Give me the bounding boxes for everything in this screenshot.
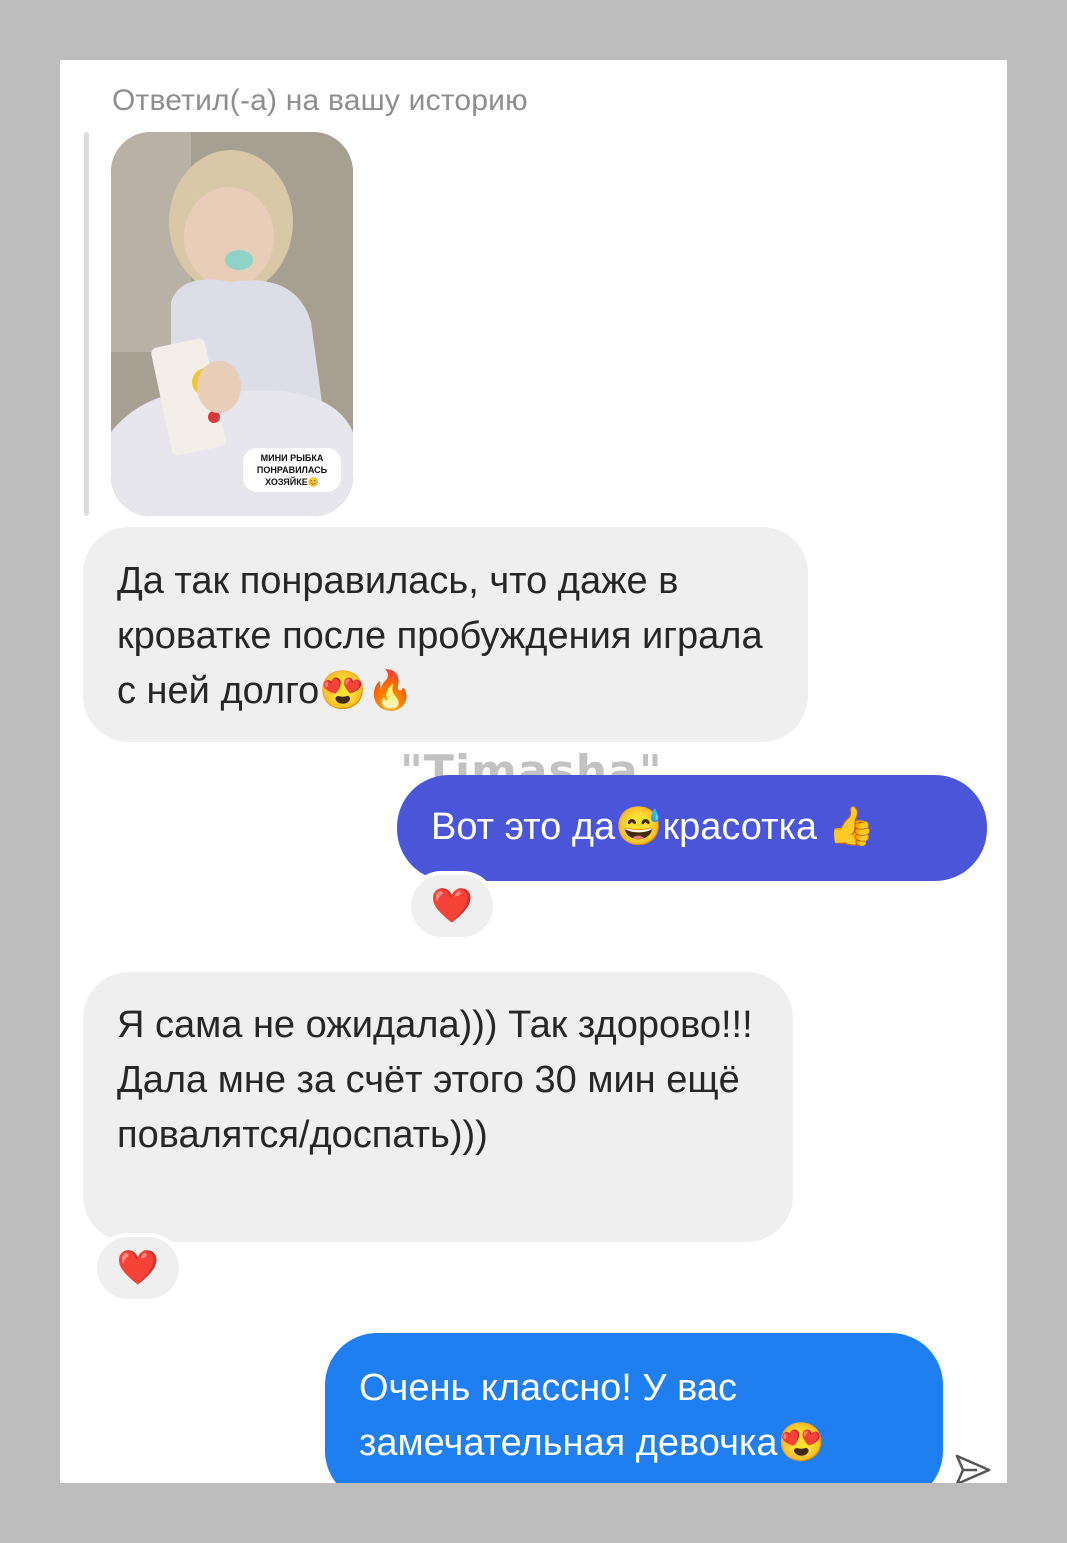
- sticker-line: ПОНРАВИЛАСЬ: [256, 465, 328, 475]
- story-reply-bar: [84, 132, 89, 516]
- sticker-line: МИНИ РЫБКА: [260, 453, 324, 463]
- send-icon[interactable]: [953, 1450, 993, 1483]
- message-line: Дала мне за счёт этого 30 мин ещё поваля…: [117, 1059, 740, 1156]
- sticker-line: ХОЗЯЙКЕ😊: [265, 477, 319, 487]
- story-sticker: МИНИ РЫБКА ПОНРАВИЛАСЬ ХОЗЯЙКЕ😊: [243, 448, 341, 492]
- story-reply-caption: Ответил(-а) на вашу историю: [112, 84, 528, 117]
- message-incoming[interactable]: Да так понравилась, что даже в кроватке …: [83, 527, 808, 742]
- message-outgoing[interactable]: Вот это да😅красотка 👍: [397, 775, 987, 881]
- message-line: Я сама не ожидала))) Так здорово!!!: [117, 1004, 753, 1046]
- message-outgoing[interactable]: Очень классно! У вас замечательная девоч…: [325, 1333, 943, 1483]
- chat-screen: Ответил(-а) на вашу историю МИНИ РЫБКА П…: [60, 60, 1007, 1483]
- heart-icon[interactable]: ❤️: [407, 871, 497, 941]
- message-incoming[interactable]: Я сама не ожидала))) Так здорово!!! Дала…: [83, 972, 793, 1242]
- heart-icon[interactable]: ❤️: [93, 1233, 183, 1303]
- story-thumbnail[interactable]: МИНИ РЫБКА ПОНРАВИЛАСЬ ХОЗЯЙКЕ😊: [111, 132, 353, 516]
